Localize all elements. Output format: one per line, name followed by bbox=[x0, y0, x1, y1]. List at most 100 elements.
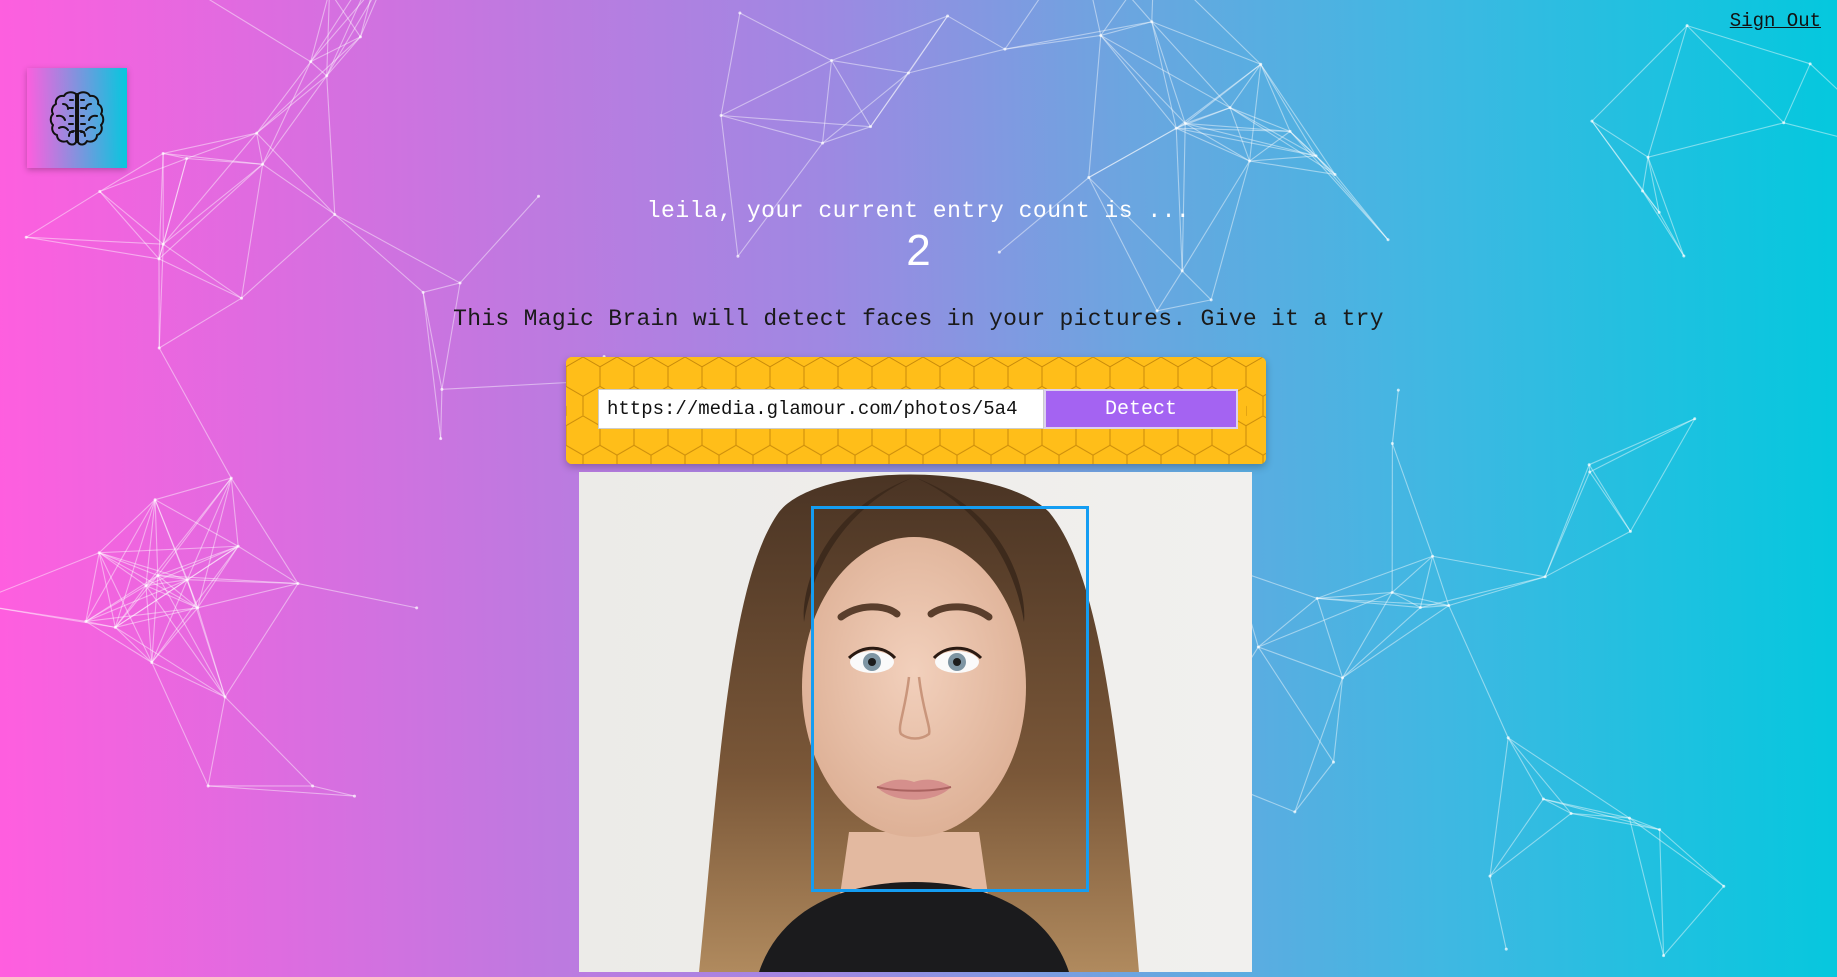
particle-link bbox=[85, 552, 100, 622]
particle-link bbox=[145, 585, 226, 698]
particle-link bbox=[145, 545, 239, 587]
particle-link bbox=[224, 583, 299, 698]
particle-link bbox=[1391, 555, 1433, 593]
particle-link bbox=[1249, 130, 1291, 162]
particle-dot bbox=[358, 35, 362, 39]
particle-link bbox=[145, 585, 198, 609]
particle-link bbox=[1391, 443, 1434, 557]
particle-link bbox=[310, 61, 328, 77]
particle-dot bbox=[1390, 590, 1394, 594]
particle-link bbox=[197, 477, 232, 608]
detect-button[interactable]: Detect bbox=[1044, 389, 1238, 429]
particle-dot bbox=[415, 606, 419, 610]
particle-link bbox=[821, 60, 833, 144]
particle-link bbox=[1100, 35, 1177, 129]
particle-link bbox=[1100, 0, 1127, 36]
particle-link bbox=[1185, 107, 1231, 124]
particle-link bbox=[1151, 21, 1231, 109]
particle-link bbox=[1543, 798, 1660, 831]
particle-link bbox=[1489, 798, 1544, 877]
particle-link bbox=[326, 0, 330, 76]
particle-link bbox=[99, 545, 239, 554]
particle-link bbox=[1588, 418, 1695, 466]
particle-link bbox=[1489, 813, 1572, 877]
particle-link bbox=[154, 477, 232, 501]
particle-link bbox=[310, 0, 352, 62]
particle-dot bbox=[113, 625, 117, 629]
particle-dot bbox=[1099, 33, 1103, 37]
particle-dot bbox=[1587, 463, 1591, 467]
particle-link bbox=[1151, 21, 1261, 65]
particle-link bbox=[831, 60, 872, 127]
particle-link bbox=[1088, 35, 1102, 178]
particle-link bbox=[1507, 737, 1572, 814]
particle-link bbox=[1185, 122, 1291, 132]
image-url-input[interactable] bbox=[598, 389, 1044, 429]
particle-link bbox=[1088, 127, 1177, 179]
particle-link bbox=[186, 132, 257, 160]
particle-dot bbox=[161, 151, 165, 155]
particle-link bbox=[154, 499, 239, 547]
particle-link bbox=[1260, 63, 1336, 175]
particle-link bbox=[334, 0, 361, 38]
particle-link bbox=[1317, 597, 1421, 609]
particle-link bbox=[1100, 35, 1186, 124]
particle-dot bbox=[830, 58, 834, 62]
particle-dot bbox=[440, 387, 444, 391]
particle-link bbox=[947, 15, 1006, 50]
particle-link bbox=[1589, 471, 1631, 532]
particle-dot bbox=[1248, 159, 1252, 163]
particle-dot bbox=[421, 290, 425, 294]
particle-dot bbox=[946, 14, 950, 18]
particle-dot bbox=[869, 125, 873, 129]
particle-link bbox=[0, 607, 86, 622]
particle-link bbox=[1659, 829, 1725, 887]
particle-link bbox=[157, 477, 232, 576]
particle-dot bbox=[1314, 154, 1318, 158]
particle-link bbox=[326, 75, 336, 215]
particle-link bbox=[163, 132, 257, 154]
particle-link bbox=[1342, 607, 1421, 679]
particle-link bbox=[1249, 64, 1262, 162]
particle-link bbox=[1391, 591, 1421, 609]
particle-link bbox=[1176, 127, 1250, 162]
particle-link bbox=[721, 114, 871, 128]
particle-link bbox=[1420, 604, 1449, 609]
particle-link bbox=[163, 152, 187, 160]
particle-link bbox=[151, 579, 188, 663]
particle-link bbox=[1229, 107, 1291, 132]
particle-link bbox=[870, 72, 909, 128]
particle-link bbox=[1589, 418, 1695, 473]
particle-link bbox=[822, 126, 871, 144]
particle-link bbox=[870, 15, 949, 128]
particle-link bbox=[1092, 0, 1102, 36]
particle-link bbox=[85, 620, 116, 628]
particle-link bbox=[1783, 63, 1811, 124]
particle-link bbox=[145, 579, 188, 587]
particle-dot bbox=[906, 71, 910, 75]
particle-link bbox=[1686, 25, 1785, 124]
particle-link bbox=[98, 499, 156, 554]
particle-link bbox=[1571, 812, 1630, 819]
particle-link bbox=[154, 499, 199, 609]
particle-dot bbox=[1722, 884, 1726, 888]
particle-link bbox=[1249, 160, 1336, 175]
particle-link bbox=[1004, 34, 1101, 50]
particle-link bbox=[85, 607, 198, 622]
sign-out-link[interactable]: Sign Out bbox=[1730, 10, 1821, 32]
particle-link bbox=[359, 0, 371, 37]
particle-link bbox=[1184, 63, 1262, 124]
particle-dot bbox=[206, 784, 210, 788]
particle-link bbox=[85, 499, 156, 622]
particle-link bbox=[720, 114, 823, 144]
particle-link bbox=[224, 696, 314, 787]
particle-link bbox=[1591, 120, 1649, 158]
particle-dot bbox=[1431, 554, 1435, 558]
particle-link bbox=[85, 620, 153, 663]
particle-link bbox=[1659, 829, 1665, 956]
particle-link bbox=[1628, 817, 1665, 956]
particle-link bbox=[1100, 34, 1231, 109]
particle-dot bbox=[156, 573, 160, 577]
particle-link bbox=[145, 585, 153, 663]
particle-dot bbox=[1447, 604, 1451, 608]
